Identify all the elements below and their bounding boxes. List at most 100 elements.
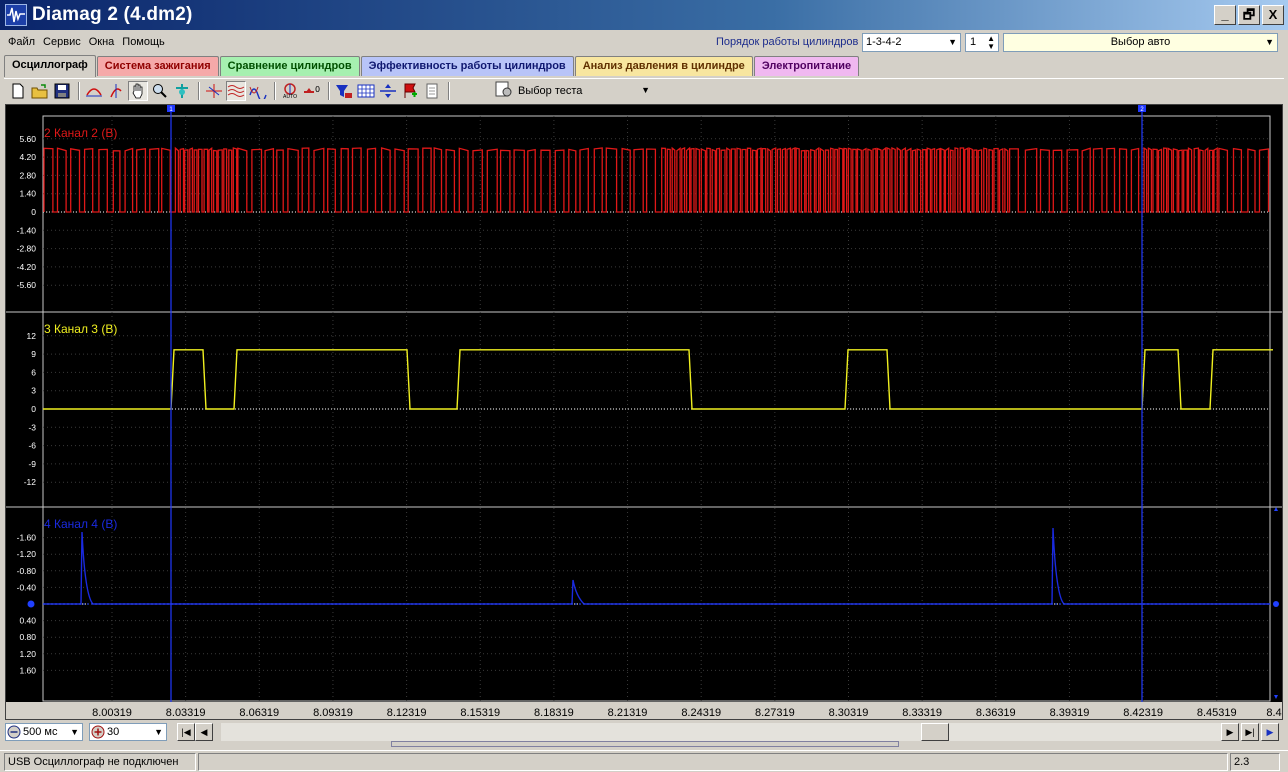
next-page-button[interactable]: ▶ — [1221, 723, 1239, 741]
tab-cylinder-efficiency[interactable]: Эффективность работы цилиндров — [360, 56, 574, 76]
y-tick-label: 5.60 — [19, 134, 36, 144]
y-tick-label: -9 — [28, 459, 36, 469]
y-tick-label: -6 — [28, 441, 36, 451]
cylinder-spin-input[interactable]: 1 ▲ ▼ — [965, 33, 999, 52]
y-tick-label: 3 — [31, 386, 36, 396]
y-tick-label: -0.40 — [17, 582, 37, 592]
y-tick-label: 9 — [31, 349, 36, 359]
channel-4-offset-handle-right[interactable] — [1273, 601, 1279, 607]
plus-icon — [91, 725, 105, 744]
new-icon[interactable] — [8, 81, 28, 101]
tab-oscilloscope[interactable]: Осциллограф — [4, 55, 96, 77]
time-scrollbar[interactable] — [221, 723, 1221, 741]
test-select-label: Выбор теста — [518, 84, 583, 97]
y-tick-label: -1.20 — [17, 549, 37, 559]
grid-icon[interactable] — [356, 81, 376, 101]
filter-icon[interactable] — [334, 81, 354, 101]
close-button[interactable]: X — [1262, 5, 1284, 25]
hand-icon[interactable] — [128, 80, 148, 101]
zero-icon[interactable]: 0 — [302, 81, 322, 101]
y-tick-label: -1.40 — [17, 225, 37, 235]
split-icon[interactable] — [378, 81, 398, 101]
svg-text:AUTO: AUTO — [283, 94, 297, 99]
oscilloscope-area[interactable]: 8.00319 8.03319 8.06319 8.09319 8.12319 8.153… — [5, 104, 1283, 720]
channel-4-scale-up-icon[interactable] — [1274, 507, 1278, 511]
zoom-icon[interactable] — [150, 81, 170, 101]
y-tick-label: -2.80 — [17, 244, 37, 254]
menu-service[interactable]: Сервис — [39, 36, 85, 48]
chevron-down-icon: ▼ — [154, 727, 163, 737]
x-tick-label: 8.00319 — [92, 707, 132, 719]
fit-horizontal-icon[interactable] — [84, 81, 104, 101]
marker-icon[interactable] — [400, 81, 420, 101]
timebase-select[interactable]: 500 мс ▼ — [5, 723, 83, 741]
svg-text:0: 0 — [315, 85, 320, 94]
status-bar: USB Осциллограф не подключен 2.3 — [0, 750, 1288, 772]
x-tick-label: 8.42319 — [1123, 707, 1163, 719]
auto-icon[interactable]: AUTO — [280, 81, 300, 101]
prev-page-button[interactable]: ◀ — [195, 723, 213, 741]
window-title: Diamag 2 (4.dm2) — [32, 4, 193, 25]
cursor-icon[interactable] — [204, 81, 224, 101]
x-tick-label: 8.24319 — [681, 707, 721, 719]
channel-label: 3 Канал 3 (В) — [44, 322, 117, 336]
fit-vertical-icon[interactable] — [106, 81, 126, 101]
overlay-icon[interactable] — [248, 81, 268, 101]
channel-label: 4 Канал 4 (В) — [44, 517, 117, 531]
toolbar: AUTO 0 Выбор теста ▼ — [4, 78, 1284, 102]
y-tick-label: 2.80 — [19, 170, 36, 180]
menu-windows[interactable]: Окна — [85, 36, 119, 48]
channel-4-scale-down-icon[interactable] — [1274, 695, 1278, 699]
version-label: 2.3 — [1230, 752, 1280, 771]
tab-power-supply[interactable]: Электропитание — [753, 56, 860, 76]
test-icon — [494, 81, 514, 100]
scale-icon[interactable] — [172, 81, 192, 101]
car-select[interactable]: Выбор авто ▼ — [1003, 33, 1278, 52]
zoom-value: 30 — [107, 726, 120, 738]
tab-ignition[interactable]: Система зажигания — [96, 56, 219, 76]
y-tick-label: 0.40 — [19, 616, 36, 626]
x-tick-label: 8.33319 — [902, 707, 942, 719]
minus-icon — [7, 725, 21, 744]
channel-4-trace — [43, 527, 1270, 605]
tab-cylinder-compare[interactable]: Сравнение цилиндров — [219, 56, 360, 76]
x-tick-label: 8.4 — [1266, 707, 1281, 719]
timebase-value: 500 мс — [23, 726, 58, 738]
save-icon[interactable] — [52, 81, 72, 101]
y-tick-label: 6 — [31, 367, 36, 377]
x-tick-label: 8.27319 — [755, 707, 795, 719]
y-tick-label: 1.60 — [19, 665, 36, 675]
note-icon[interactable] — [422, 81, 442, 101]
restore-button[interactable]: 🗗 — [1238, 5, 1260, 25]
overview-scrollbar[interactable] — [391, 741, 899, 747]
car-select-value: Выбор авто — [1110, 36, 1171, 48]
play-button[interactable]: ▶ — [1261, 723, 1279, 741]
scroll-thumb[interactable] — [921, 723, 949, 741]
y-tick-label: 4.20 — [19, 152, 36, 162]
spin-arrows-icon[interactable]: ▲ ▼ — [987, 35, 995, 51]
channel-4-offset-handle[interactable] — [27, 600, 35, 608]
x-tick-label: 8.03319 — [166, 707, 206, 719]
open-icon[interactable] — [30, 81, 50, 101]
connection-status: USB Осциллограф не подключен — [4, 752, 196, 771]
title-bar: Diamag 2 (4.dm2) _ 🗗 X — [0, 0, 1288, 30]
cylinder-order-select[interactable]: 1-3-4-2 ▼ — [862, 33, 961, 52]
oscilloscope-plot[interactable]: 8.00319 8.03319 8.06319 8.09319 8.12319 8.153… — [6, 105, 1282, 719]
chevron-down-icon: ▼ — [948, 37, 957, 47]
tab-pressure-analysis[interactable]: Анализ давления в цилиндре — [574, 56, 753, 76]
minimize-button[interactable]: _ — [1214, 5, 1236, 25]
stack-icon[interactable] — [226, 80, 246, 101]
x-tick-label: 8.45319 — [1197, 707, 1237, 719]
menu-help[interactable]: Помощь — [118, 36, 169, 48]
zoom-select[interactable]: 30 ▼ — [89, 723, 167, 741]
cylinder-order-label: Порядок работы цилиндров — [716, 36, 859, 48]
cylinder-spin-value: 1 — [970, 36, 977, 48]
menu-file[interactable]: Файл — [0, 36, 39, 48]
last-page-button[interactable]: ▶| — [1241, 723, 1259, 741]
y-tick-label: -1.60 — [17, 533, 37, 543]
channel-3-trace — [43, 349, 1273, 410]
x-tick-label: 8.30319 — [829, 707, 869, 719]
first-page-button[interactable]: |◀ — [177, 723, 195, 741]
y-tick-label: -5.60 — [17, 280, 37, 290]
test-select[interactable]: Выбор теста ▼ — [494, 80, 654, 102]
